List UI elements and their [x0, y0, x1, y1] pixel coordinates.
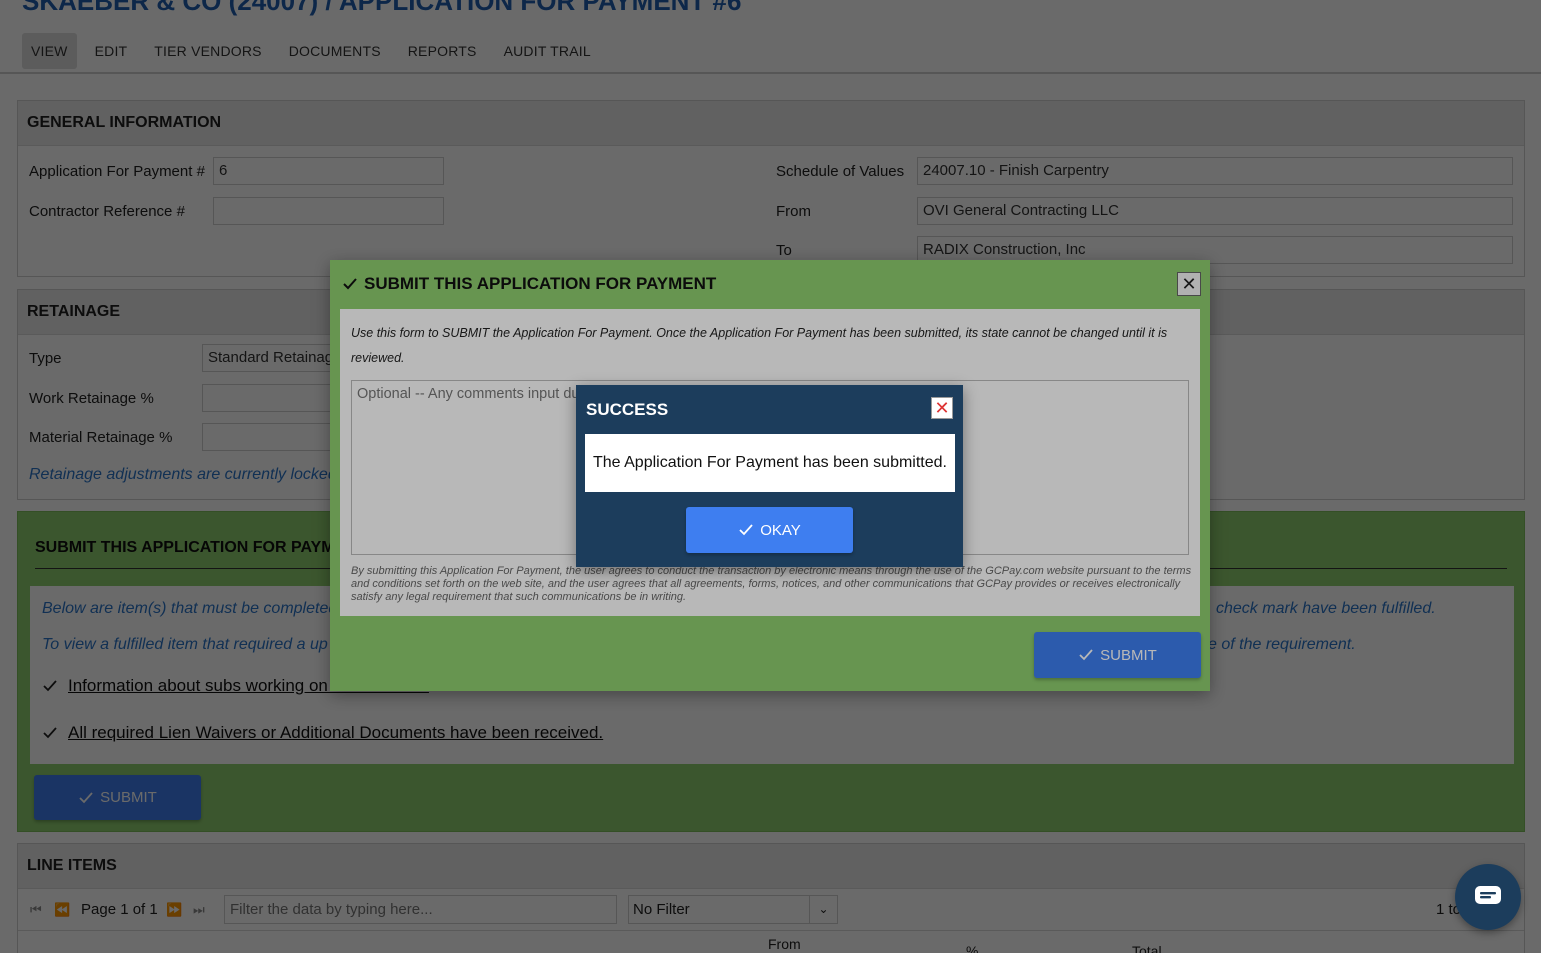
success-message: The Application For Payment has been sub…	[585, 434, 955, 492]
chat-icon	[1475, 886, 1501, 904]
close-icon[interactable]: ✕	[931, 397, 953, 419]
success-dialog: SUCCESS ✕ The Application For Payment ha…	[576, 385, 963, 567]
success-title: SUCCESS	[586, 400, 669, 419]
okay-button[interactable]: OKAY	[686, 507, 853, 553]
okay-label: OKAY	[760, 521, 801, 539]
chat-button[interactable]	[1455, 864, 1521, 930]
check-icon	[739, 524, 753, 536]
